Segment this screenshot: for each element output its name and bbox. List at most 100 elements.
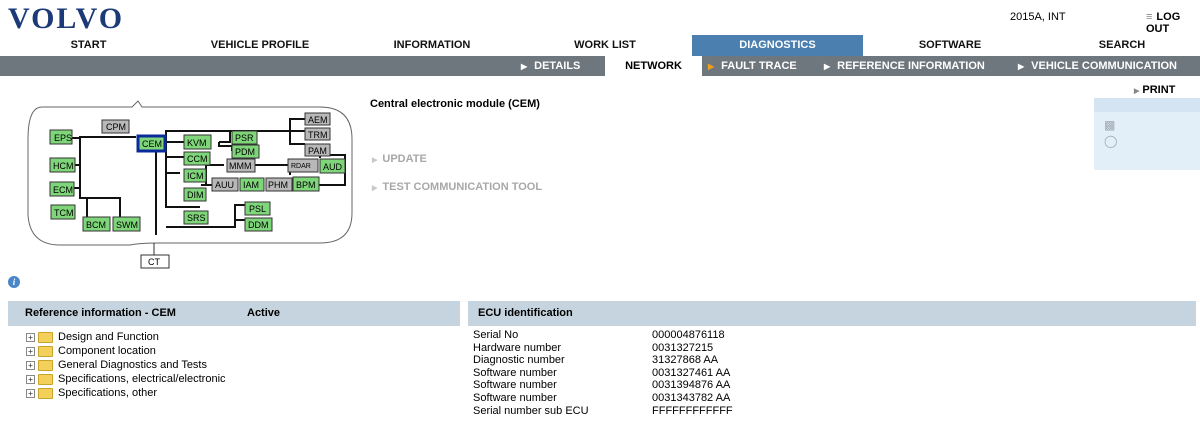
tab-software[interactable]: SOFTWARE [890,35,1010,56]
svg-text:PHM: PHM [268,180,288,190]
module-cem[interactable]: CEM [136,134,167,153]
sub-navigation: ▶ DETAILS NETWORK ▶ FAULT TRACE ▶ REFERENCE… [0,56,1200,76]
version-label: 2015A, INT [1010,11,1066,23]
tab-start[interactable]: START [20,35,157,56]
ecu-label: Hardware number [473,341,562,354]
info-icon[interactable]: i [8,276,20,288]
module-pam[interactable]: PAM [304,143,331,157]
module-aud[interactable]: AUD [319,158,346,174]
test-communication-action[interactable]: ▶ TEST COMMUNICATION TOOL [372,181,542,193]
svg-text:PDM: PDM [235,147,255,157]
tab-information[interactable]: INFORMATION [372,35,492,56]
logout-link[interactable]: ≡ LOG OUT [1146,11,1200,35]
side-panel-stripe [1094,98,1200,112]
play-arrow-icon: ▶ [521,62,528,71]
svg-text:CT: CT [148,257,160,267]
module-icm[interactable]: ICM [183,168,207,183]
svg-text:BCM: BCM [86,220,106,230]
module-phm[interactable]: PHM [265,177,293,192]
tree-item-label: Specifications, electrical/electronic [58,373,226,385]
folder-icon [38,359,53,371]
print-label: PRINT [1142,84,1176,96]
module-srs[interactable]: SRS [183,210,209,225]
folder-icon [38,387,53,399]
play-arrow-icon: ▶ [1134,88,1140,95]
svg-text:AEM: AEM [308,115,328,125]
module-pdm[interactable]: PDM [231,144,260,159]
expand-icon[interactable]: + [26,332,35,342]
svg-text:DDM: DDM [248,220,269,230]
module-bcm[interactable]: BCM [82,216,111,232]
svg-text:TRM: TRM [308,130,328,140]
tree-item-label: Design and Function [58,331,159,343]
module-psl[interactable]: PSL [244,201,271,216]
tab-work-list[interactable]: WORK LIST [545,35,665,56]
expand-icon[interactable]: + [26,346,35,356]
play-arrow-icon: ▶ [708,62,715,71]
expand-icon[interactable]: + [26,374,35,384]
module-eps[interactable]: EPS [49,129,73,145]
subtab-fault-trace[interactable]: ▶ FAULT TRACE [708,56,797,76]
tree-item[interactable]: + Specifications, other [26,386,226,400]
print-link[interactable]: ▶ PRINT [1134,84,1175,96]
svg-text:MMM: MMM [229,161,252,171]
reference-tree: + Design and Function + Component location… [26,330,226,400]
ecu-value: FFFFFFFFFFFF [652,404,733,417]
module-rdar[interactable]: RDAR [287,158,319,173]
module-auu[interactable]: AUU [211,177,239,192]
play-arrow-icon: ▶ [824,62,831,71]
module-ct[interactable]: CT [140,254,170,269]
expand-icon[interactable]: + [26,360,35,370]
subtab-details[interactable]: ▶ DETAILS [521,56,580,76]
module-ccm[interactable]: CCM [183,151,211,166]
svg-text:PSR: PSR [235,133,254,143]
module-trm[interactable]: TRM [304,127,331,141]
battery-icon[interactable]: ▩ [1104,118,1115,132]
tree-item[interactable]: + General Diagnostics and Tests [26,358,226,372]
module-psr[interactable]: PSR [231,130,258,145]
reference-info-status: Active [247,307,281,319]
svg-text:CEM: CEM [142,139,162,149]
module-aem[interactable]: AEM [304,112,331,126]
folder-icon [38,373,53,385]
module-mmm[interactable]: MMM [226,158,256,173]
ecu-label: Software number [473,379,557,392]
ecu-value: 0031343782 AA [652,391,731,404]
tab-search[interactable]: SEARCH [1070,35,1174,56]
module-kvm[interactable]: KVM [183,134,212,150]
module-dim[interactable]: DIM [183,187,207,202]
ecu-label: Diagnostic number [473,354,565,367]
svg-text:EPS: EPS [54,133,72,143]
tab-vehicle-profile[interactable]: VEHICLE PROFILE [190,35,330,56]
svg-text:IAM: IAM [243,180,259,190]
svg-text:CPM: CPM [106,122,126,132]
subtab-network[interactable]: NETWORK [605,56,702,76]
module-ecm[interactable]: ECM [49,181,75,197]
key-icon[interactable]: ◯ [1104,134,1117,148]
module-ddm[interactable]: DDM [244,217,273,232]
subtab-vehicle-communication[interactable]: ▶ VEHICLE COMMUNICATION [1018,56,1177,76]
tree-item[interactable]: + Specifications, electrical/electronic [26,372,226,386]
expand-icon[interactable]: + [26,388,35,398]
update-label: UPDATE [382,153,427,165]
test-communication-label: TEST COMMUNICATION TOOL [382,181,543,193]
module-tcm[interactable]: TCM [50,204,76,220]
module-bpm[interactable]: BPM [292,176,320,192]
module-hcm[interactable]: HCM [49,157,76,173]
reference-info-title: Reference information - CEM [25,307,176,319]
module-iam[interactable]: IAM [239,177,265,192]
tree-item-label: Component location [58,345,156,357]
tree-item[interactable]: + Component location [26,344,226,358]
tab-diagnostics[interactable]: DIAGNOSTICS [692,35,863,56]
network-diagram: EPS HCM ECM TCM BCM SWM CPM CEM KVM PSR … [27,100,353,269]
tree-item[interactable]: + Design and Function [26,330,226,344]
module-cpm[interactable]: CPM [101,119,130,134]
subtab-reference-information[interactable]: ▶ REFERENCE INFORMATION [824,56,985,76]
ecu-label: Software number [473,366,557,379]
update-action[interactable]: ▶ UPDATE [372,153,427,165]
ecu-label: Serial number sub ECU [473,404,589,417]
module-swm[interactable]: SWM [112,216,141,232]
svg-text:HCM: HCM [53,161,74,171]
svg-text:ICM: ICM [187,171,204,181]
logout-icon: ≡ [1146,11,1153,23]
